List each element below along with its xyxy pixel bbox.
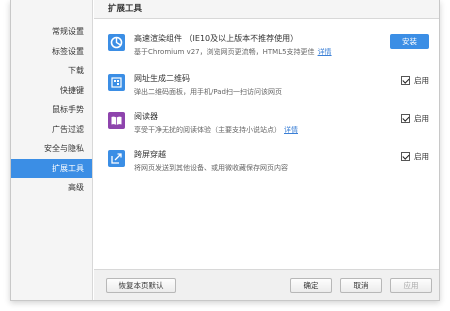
footer-bar: 恢复本页默认 确定 取消 应用 (94, 269, 439, 300)
sidebar-item-ad-filter[interactable]: 广告过滤 (11, 120, 92, 140)
extension-desc-text: 享受干净无扰的阅读体验（主要支持小说站点） (134, 126, 281, 134)
enable-checkbox[interactable] (401, 151, 410, 161)
sidebar-item-tabs[interactable]: 标签设置 (11, 42, 92, 62)
extension-desc-text: 基于Chromium v27，浏览网页更流畅，HTML5支持更佳 (134, 48, 315, 56)
enable-checkbox[interactable] (401, 113, 410, 123)
extension-name: 跨屏穿越 (134, 150, 166, 159)
enable-toggle[interactable]: 启用 (401, 150, 429, 162)
extension-item-render: 高速渲染组件 （IE10及以上版本不推荐使用） 基于Chromium v27，浏… (108, 34, 429, 64)
settings-window: 常规设置 标签设置 下载 快捷键 鼠标手势 广告过滤 安全与隐私 扩展工具 高级… (10, 0, 440, 301)
extension-name: 阅读器 (134, 112, 158, 121)
cancel-button[interactable]: 取消 (340, 278, 382, 293)
page-title: 扩展工具 (94, 0, 439, 19)
extension-item-reader: 阅读器 享受干净无扰的阅读体验（主要支持小说站点） 详情 启用 (108, 112, 429, 142)
sidebar-item-general[interactable]: 常规设置 (11, 22, 92, 42)
qrcode-icon (108, 74, 125, 91)
enable-label: 启用 (414, 113, 429, 123)
reader-book-icon (108, 112, 125, 129)
extension-item-cross-screen: 跨屏穿越 将网页发送到其他设备、或用微收藏保存网页内容 启用 (108, 150, 429, 180)
extension-desc: 将网页发送到其他设备、或用微收藏保存网页内容 (134, 164, 288, 172)
extension-name: 网址生成二维码 (134, 74, 190, 83)
render-engine-icon (108, 34, 125, 51)
share-arrow-icon (108, 150, 125, 167)
sidebar-item-extensions[interactable]: 扩展工具 (11, 158, 92, 178)
install-button[interactable]: 安装 (390, 34, 429, 49)
enable-checkbox[interactable] (401, 75, 410, 85)
sidebar-nav: 常规设置 标签设置 下载 快捷键 鼠标手势 广告过滤 安全与隐私 扩展工具 高级 (11, 0, 93, 300)
extension-item-qrcode: 网址生成二维码 弹出二维码面板，用手机/Pad扫一扫访问该网页 启用 (108, 74, 429, 104)
sidebar-item-shortcuts[interactable]: 快捷键 (11, 81, 92, 101)
extension-desc: 享受干净无扰的阅读体验（主要支持小说站点） 详情 (134, 125, 298, 135)
apply-button[interactable]: 应用 (390, 278, 432, 293)
sidebar-item-advanced[interactable]: 高级 (11, 178, 92, 198)
extension-desc: 基于Chromium v27，浏览网页更流畅，HTML5支持更佳 详情 (134, 47, 332, 57)
sidebar-item-mouse-gestures[interactable]: 鼠标手势 (11, 100, 92, 120)
enable-label: 启用 (414, 151, 429, 161)
extension-name: 高速渲染组件 （IE10及以上版本不推荐使用） (134, 34, 299, 43)
ok-button[interactable]: 确定 (290, 278, 332, 293)
extension-desc: 弹出二维码面板，用手机/Pad扫一扫访问该网页 (134, 88, 282, 96)
details-link[interactable]: 详情 (318, 48, 332, 56)
sidebar-item-security-privacy[interactable]: 安全与隐私 (11, 139, 92, 159)
enable-toggle[interactable]: 启用 (401, 112, 429, 124)
main-panel: 扩展工具 高速渲染组件 （IE10及以上版本不推荐使用） 基于Chromium … (94, 0, 439, 300)
enable-toggle[interactable]: 启用 (401, 74, 429, 86)
details-link[interactable]: 详情 (284, 126, 298, 134)
enable-label: 启用 (414, 75, 429, 85)
sidebar-item-download[interactable]: 下载 (11, 61, 92, 81)
restore-defaults-button[interactable]: 恢复本页默认 (106, 278, 176, 293)
